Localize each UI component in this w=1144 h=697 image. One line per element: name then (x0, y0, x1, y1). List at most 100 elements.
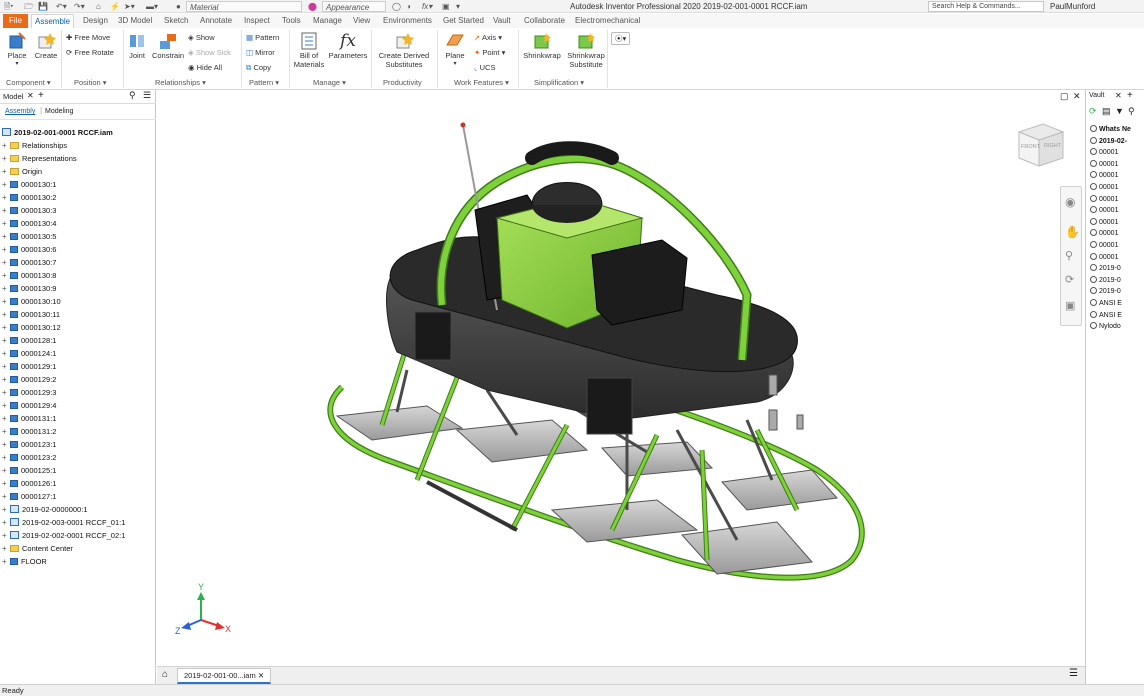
expand-icon[interactable]: + (2, 191, 10, 204)
display-icon[interactable]: ▣ (442, 1, 450, 12)
tab-list-icon[interactable]: ☰ (1069, 668, 1078, 679)
expand-icon[interactable]: + (2, 542, 10, 555)
vault-item[interactable]: ANSI E (1090, 310, 1122, 322)
tree-root[interactable]: 2019-02-001-0001 RCCF.iam (2, 126, 113, 139)
tree-item[interactable]: +0000123:2 (2, 451, 56, 464)
expand-icon[interactable]: + (2, 438, 10, 451)
vault-item[interactable]: 2019-02- (1090, 136, 1127, 148)
expand-icon[interactable]: + (2, 256, 10, 269)
component-group-label[interactable]: Component ▾ (6, 78, 51, 88)
tab-tools[interactable]: Tools (279, 14, 304, 28)
expand-icon[interactable]: + (2, 178, 10, 191)
relationships-group-label[interactable]: Relationships ▾ (155, 78, 206, 88)
orbit-icon[interactable]: ⟳ (1065, 273, 1074, 286)
tree-item[interactable]: +0000123:1 (2, 438, 56, 451)
vault-item[interactable]: 00001 (1090, 194, 1118, 206)
tab-electromechanical[interactable]: Electromechanical (572, 14, 643, 28)
tree-item[interactable]: +2019-02-002-0001 RCCF_02:1 (2, 529, 125, 542)
browser-close-icon[interactable]: ✕ (27, 91, 34, 100)
show-button[interactable]: ◈ Show (188, 32, 215, 43)
tree-item[interactable]: + Content Center (2, 542, 73, 555)
save-icon[interactable]: 💾 (38, 1, 48, 12)
parameters-button[interactable]: fx Parameters (327, 31, 369, 60)
vault-item[interactable]: 2019-0 (1090, 275, 1121, 287)
tree-item[interactable]: +0000126:1 (2, 477, 56, 490)
measure-icon[interactable]: ▬▾ (146, 1, 158, 12)
expand-icon[interactable]: + (2, 516, 10, 529)
pan-icon[interactable]: ✋ (1065, 225, 1080, 239)
tab-get-started[interactable]: Get Started (440, 14, 487, 28)
tree-item[interactable]: +0000129:1 (2, 360, 56, 373)
create-button[interactable]: Create (33, 31, 59, 60)
vault-item[interactable]: 00001 (1090, 228, 1118, 240)
viewcube[interactable]: FRONT RIGHT (1013, 118, 1069, 176)
tab-design[interactable]: Design (80, 14, 111, 28)
tab-environments[interactable]: Environments (380, 14, 435, 28)
tab-collaborate[interactable]: Collaborate (521, 14, 568, 28)
expand-icon[interactable]: + (2, 139, 10, 152)
tree-item[interactable]: +0000130:11 (2, 308, 60, 321)
appearance-dropdown[interactable]: Appearance (322, 1, 386, 12)
vault-refresh-icon[interactable]: ⟳ (1089, 106, 1097, 117)
shrinkwrap-button[interactable]: Shrinkwrap (520, 31, 564, 60)
subtab-modeling[interactable]: Modeling (45, 108, 73, 115)
free-move-button[interactable]: ✚ Free Move (66, 32, 110, 43)
tree-item[interactable]: +0000130:2 (2, 191, 56, 204)
tree-item[interactable]: +0000130:9 (2, 282, 56, 295)
browser-search-icon[interactable]: ⚲ (129, 90, 136, 101)
hide-all-button[interactable]: ◉ Hide All (188, 62, 222, 73)
vault-item[interactable]: 00001 (1090, 205, 1118, 217)
create-derived-substitutes-button[interactable]: Create Derived Substitutes (374, 31, 434, 69)
look-at-icon[interactable]: ▣ (1065, 299, 1075, 312)
expand-icon[interactable]: + (2, 555, 10, 568)
joint-button[interactable]: Joint (125, 31, 149, 60)
pattern-group-label[interactable]: Pattern ▾ (249, 78, 279, 88)
subtab-assembly[interactable]: Assembly (5, 108, 35, 115)
tree-item[interactable]: +0000130:3 (2, 204, 56, 217)
material-dropdown[interactable]: Material (186, 1, 302, 12)
expand-icon[interactable]: + (2, 386, 10, 399)
manage-group-label[interactable]: Manage ▾ (313, 78, 346, 88)
tree-item[interactable]: +0000130:12 (2, 321, 61, 334)
point-button[interactable]: ✦ Point ▾ (474, 47, 505, 58)
vault-item[interactable]: 00001 (1090, 159, 1118, 171)
select-icon[interactable]: ➤▾ (124, 1, 135, 12)
tab-assemble[interactable]: Assemble (31, 14, 75, 28)
expand-icon[interactable]: + (2, 204, 10, 217)
expand-icon[interactable]: + (2, 230, 10, 243)
shrinkwrap-substitute-button[interactable]: Shrinkwrap Substitute (564, 31, 608, 69)
expand-icon[interactable]: + (2, 451, 10, 464)
expand-icon[interactable]: + (2, 347, 10, 360)
mirror-button[interactable]: ◫ Mirror (246, 47, 275, 58)
tree-item[interactable]: +0000131:1 (2, 412, 56, 425)
steering-wheel-icon[interactable]: ◉ (1065, 195, 1075, 209)
expand-icon[interactable]: + (2, 243, 10, 256)
vault-item[interactable]: 00001 (1090, 170, 1118, 182)
vault-item[interactable]: 00001 (1090, 252, 1118, 264)
tree-item[interactable]: + Origin (2, 165, 42, 178)
tab-inspect[interactable]: Inspect (241, 14, 273, 28)
expand-icon[interactable]: + (2, 360, 10, 373)
expand-icon[interactable]: + (2, 399, 10, 412)
vault-item[interactable]: Nylodo (1090, 321, 1121, 333)
open-icon[interactable]: 🗁 (24, 1, 34, 12)
expand-icon[interactable]: + (2, 308, 10, 321)
bill-of-materials-button[interactable]: Bill of Materials (291, 31, 327, 69)
vault-item[interactable]: 2019-0 (1090, 263, 1121, 275)
vault-item[interactable]: Whats Ne (1090, 124, 1131, 136)
tab-annotate[interactable]: Annotate (197, 14, 235, 28)
copy-button[interactable]: ⧉ Copy (246, 62, 271, 73)
vault-search-icon[interactable]: ⚲ (1128, 106, 1135, 117)
vault-close-icon[interactable]: ✕ (1115, 91, 1122, 100)
panel-options-button[interactable]: ⦿▾ (611, 32, 631, 45)
work-features-group-label[interactable]: Work Features ▾ (454, 78, 509, 88)
tab-file[interactable]: File (3, 14, 28, 28)
tree-item[interactable]: + Representations (2, 152, 77, 165)
expand-icon[interactable]: + (2, 152, 10, 165)
simplification-group-label[interactable]: Simplification ▾ (534, 78, 584, 88)
new-file-icon[interactable]: 🗎▾ (4, 1, 13, 12)
tree-item[interactable]: +0000130:10 (2, 295, 61, 308)
viewport-close-icon[interactable]: ✕ (1073, 91, 1081, 102)
tree-item[interactable]: + FLOOR (2, 555, 47, 568)
expand-icon[interactable]: + (2, 425, 10, 438)
